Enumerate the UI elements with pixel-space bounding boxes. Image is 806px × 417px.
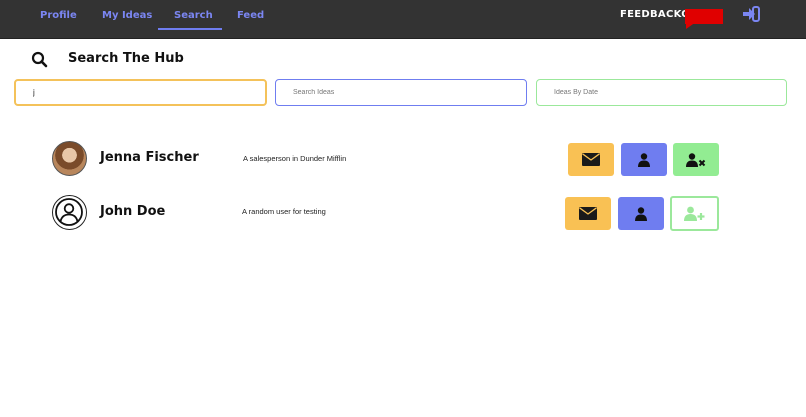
user-description: A salesperson in Dunder Mifflin [243,154,347,163]
page-title: Search The Hub [68,51,184,66]
user-search-input[interactable] [14,79,267,106]
user-name: John Doe [100,204,166,219]
view-profile-button[interactable] [621,143,667,176]
user-remove-icon [686,152,706,167]
user-list-item: Jenna Fischer A salesperson in Dunder Mi… [0,140,806,180]
user-description: A random user for testing [242,207,326,216]
user-name: Jenna Fischer [100,150,199,165]
user-list-item: John Doe A random user for testing [0,195,806,235]
ideas-search-input[interactable] [275,79,527,106]
avatar [52,141,87,176]
nav-item-profile[interactable]: Profile [40,10,77,21]
message-button[interactable] [565,197,611,230]
brand-logo-text: FEEDBACKO [620,9,690,20]
nav-item-my-ideas[interactable]: My Ideas [102,10,152,21]
nav-active-indicator [158,28,222,30]
user-circle-icon [55,198,83,226]
user-icon [638,152,650,167]
unfollow-button[interactable] [673,143,719,176]
user-add-icon [683,206,704,221]
follow-button[interactable] [670,196,719,231]
nav-item-search[interactable]: Search [174,10,213,21]
nav-item-feed[interactable]: Feed [237,10,264,21]
ideas-by-date-input[interactable] [536,79,787,106]
user-icon [635,206,647,221]
envelope-icon [579,207,597,220]
logout-icon[interactable] [741,5,761,23]
top-navigation-bar: Profile My Ideas Search Feed FEEDBACKO [0,0,806,39]
envelope-icon [582,153,600,166]
view-profile-button[interactable] [618,197,664,230]
search-icon [31,51,48,68]
avatar [52,195,87,230]
message-button[interactable] [568,143,614,176]
brand-logo-bubble-tail [686,22,696,29]
